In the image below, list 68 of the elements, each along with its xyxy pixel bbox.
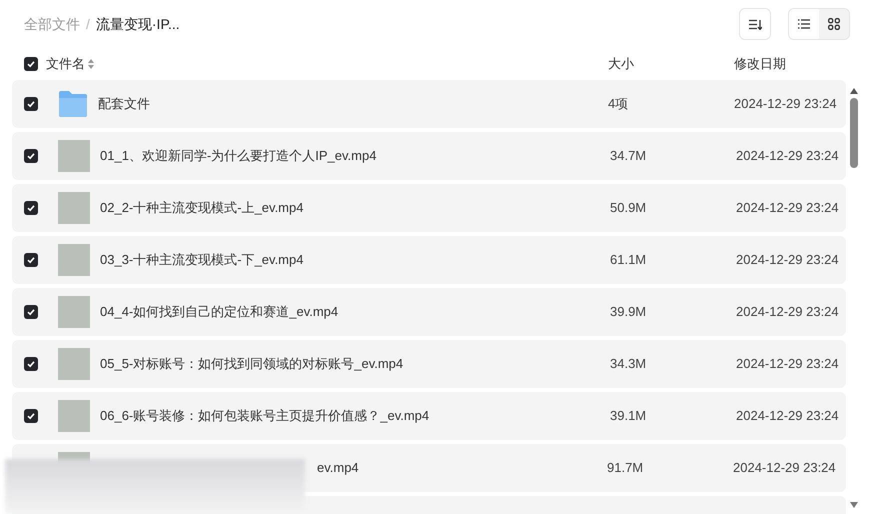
scrollbar-thumb[interactable] xyxy=(850,98,858,168)
video-thumbnail xyxy=(58,192,90,224)
checkbox[interactable] xyxy=(24,357,38,371)
modified-date: 2024-12-29 23:24 xyxy=(736,407,839,426)
checkbox[interactable] xyxy=(24,201,38,215)
list-view-button[interactable] xyxy=(789,9,819,39)
scroll-up-icon[interactable] xyxy=(850,88,858,94)
checkbox[interactable] xyxy=(24,305,38,319)
file-size: 50.9M xyxy=(610,199,648,218)
video-thumbnail xyxy=(58,296,90,328)
grid-icon xyxy=(828,18,840,30)
modified-date: 2024-12-29 23:24 xyxy=(736,303,839,322)
column-header[interactable]: 文件名 xyxy=(46,54,85,74)
file-name[interactable]: 04_4-如何找到自己的定位和赛道_ev.mp4 xyxy=(100,302,610,322)
file-name[interactable]: 03_3-十种主流变现模式-下_ev.mp4 xyxy=(100,250,610,270)
check-icon xyxy=(27,204,35,212)
file-row[interactable]: 03_3-十种主流变现模式-下_ev.mp4 61.1M 2024-12-29 23:24 xyxy=(12,236,846,284)
file-size: 34.3M xyxy=(610,355,648,374)
check-icon xyxy=(27,308,35,316)
sort-arrows-icon[interactable] xyxy=(88,59,94,69)
checkbox[interactable] xyxy=(24,97,38,111)
file-size: 39.1M xyxy=(610,407,648,426)
modified-date: 2024-12-29 23:24 xyxy=(733,459,836,478)
file-size: 34.7M xyxy=(610,147,648,166)
checkbox[interactable] xyxy=(24,409,38,423)
check-icon xyxy=(27,256,35,264)
column-header: 大小 xyxy=(608,55,635,74)
file-name[interactable]: 配套文件 xyxy=(98,94,608,114)
check-icon xyxy=(27,360,35,368)
check-icon xyxy=(27,60,35,68)
breadcrumb-separator: / xyxy=(86,14,90,34)
check-icon xyxy=(27,152,35,160)
file-row[interactable]: 06_6-账号装修：如何包装账号主页提升价值感？_ev.mp4 39.1M 2024-12-29 23:24 xyxy=(12,392,846,440)
file-row[interactable]: 01_1、欢迎新同学-为什么要打造个人IP_ev.mp4 34.7M 2024-12-29 23:24 xyxy=(12,132,846,180)
video-thumbnail xyxy=(58,348,90,380)
file-row[interactable]: 配套文件 4项 2024-12-29 23:24 xyxy=(12,80,846,128)
file-size: 4项 xyxy=(608,95,630,114)
file-size: 61.1M xyxy=(610,251,648,270)
file-row[interactable]: 02_2-十种主流变现模式-上_ev.mp4 50.9M 2024-12-29 23:24 xyxy=(12,184,846,232)
video-thumbnail xyxy=(58,244,90,276)
scroll-down-icon[interactable] xyxy=(850,502,858,508)
checkbox[interactable] xyxy=(24,149,38,163)
file-name[interactable]: 01_1、欢迎新同学-为什么要打造个人IP_ev.mp4 xyxy=(100,146,610,166)
column-header: 修改日期 xyxy=(734,55,786,74)
file-size: 39.9M xyxy=(610,303,648,322)
modified-date: 2024-12-29 23:24 xyxy=(736,355,839,374)
file-name[interactable]: 06_6-账号装修：如何包装账号主页提升价值感？_ev.mp4 xyxy=(100,406,610,426)
video-thumbnail xyxy=(58,400,90,432)
file-row[interactable]: 04_4-如何找到自己的定位和赛道_ev.mp4 39.9M 2024-12-29 23:24 xyxy=(12,288,846,336)
checkbox[interactable] xyxy=(24,57,38,71)
list-icon xyxy=(798,19,810,29)
check-icon xyxy=(27,412,35,420)
modified-date: 2024-12-29 23:24 xyxy=(736,199,839,218)
file-row[interactable]: 05_5-对标账号：如何找到同领域的对标账号_ev.mp4 34.3M 2024-12-29 23:24 xyxy=(12,340,846,388)
sort-button[interactable] xyxy=(739,8,771,40)
sort-icon xyxy=(748,18,762,30)
file-name[interactable]: ev.mp4 xyxy=(317,458,607,478)
file-name[interactable]: 05_5-对标账号：如何找到同领域的对标账号_ev.mp4 xyxy=(100,354,610,374)
modified-date: 2024-12-29 23:24 xyxy=(734,95,837,114)
breadcrumb-item[interactable]: 流量变现·IP... xyxy=(96,14,180,34)
folder-icon xyxy=(58,90,88,118)
modified-date: 2024-12-29 23:24 xyxy=(736,147,839,166)
file-name[interactable]: 02_2-十种主流变现模式-上_ev.mp4 xyxy=(100,198,610,218)
video-thumbnail xyxy=(58,140,90,172)
check-icon xyxy=(27,100,35,108)
file-size: 91.7M xyxy=(607,459,644,478)
checkbox[interactable] xyxy=(24,253,38,267)
modified-date: 2024-12-29 23:24 xyxy=(736,251,839,270)
